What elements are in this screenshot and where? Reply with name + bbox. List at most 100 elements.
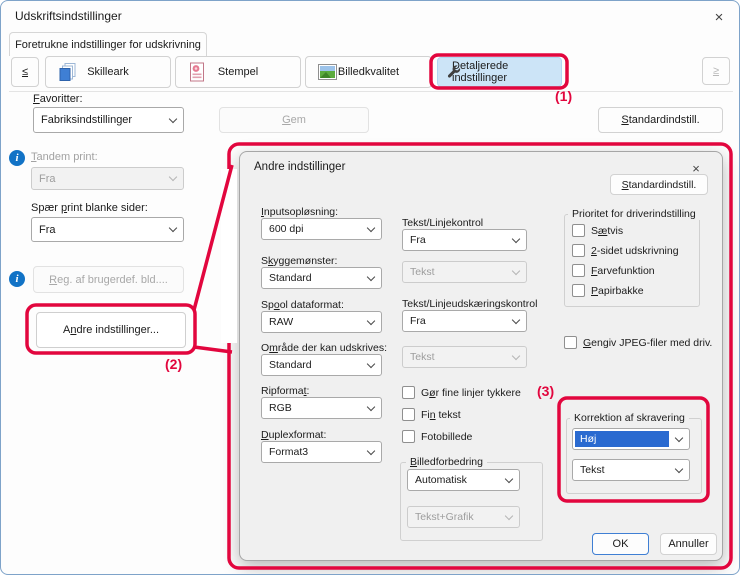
shadow-pattern-select[interactable]: Standard — [261, 267, 382, 289]
other-settings-dialog: Andre indstillinger × Standardindstill. … — [239, 151, 723, 561]
checkbox-collate-label: Sætvis — [591, 225, 623, 237]
spool-data-format-select[interactable]: RAW — [261, 311, 382, 333]
chevron-down-icon — [163, 228, 183, 231]
hatching-correction-sub-value: Tekst — [573, 464, 669, 476]
text-line-control-select[interactable]: Fra — [402, 229, 527, 251]
hatching-correction-sub-select[interactable]: Tekst — [572, 459, 690, 481]
rip-format-value: RGB — [262, 402, 361, 414]
chevron-down-icon — [163, 177, 183, 180]
hatching-correction-select[interactable]: Høj — [572, 428, 690, 450]
checkbox-paper-tray-label: Papirbakke — [591, 285, 644, 297]
hatching-correction-group-label: Korrektion af skravering — [570, 412, 689, 424]
image-enhancement-sub-value: Tekst+Grafik — [408, 511, 499, 523]
checkbox-fine-text[interactable]: Fin tekst — [402, 408, 461, 421]
text-knockout-control-sub-select[interactable]: Tekst — [402, 346, 527, 368]
duplex-format-select[interactable]: Format3 — [261, 441, 382, 463]
image-enhancement-group-label: Billedforbedring — [406, 456, 487, 468]
printable-area-value: Standard — [262, 359, 361, 371]
text-knockout-control-select[interactable]: Fra — [402, 310, 527, 332]
chevron-down-icon — [361, 364, 381, 367]
dialog-defaults-button[interactable]: Standardindstill. — [610, 174, 708, 195]
toolbar-prev-label: ≤ — [22, 66, 28, 78]
info-icon: i — [9, 271, 25, 287]
toolbar-button-skilleark[interactable]: Skilleark — [45, 56, 171, 88]
save-favorites-label: Gem — [282, 114, 306, 126]
toolbar-button-billedkvalitet[interactable]: Billedkvalitet — [305, 56, 432, 88]
checkbox-box[interactable] — [402, 430, 415, 443]
chevron-down-icon — [499, 516, 519, 519]
suppress-blank-pages-label: Spær print blanke sider: — [31, 202, 148, 214]
checkbox-box[interactable] — [564, 336, 577, 349]
print-settings-window: Udskriftsindstillinger × Foretrukne inds… — [0, 0, 740, 575]
window-close-button[interactable]: × — [705, 5, 733, 29]
toolbar-billedkvalitet-label: Billedkvalitet — [338, 66, 399, 78]
tab-preferred-print-settings[interactable]: Foretrukne indstillinger for udskrivning — [9, 32, 207, 56]
checkbox-photo-image[interactable]: Fotobillede — [402, 430, 472, 443]
toolbar-prev-button[interactable]: ≤ — [11, 57, 39, 87]
shadow-pattern-label: Skyggemønster: — [261, 255, 337, 267]
rip-format-label: Ripformat: — [261, 385, 309, 397]
save-favorites-button[interactable]: Gem — [219, 107, 369, 133]
chevron-down-icon — [361, 321, 381, 324]
favorites-select[interactable]: Fabriksindstillinger — [33, 107, 184, 133]
checkbox-fine-lines[interactable]: Gør fine linjer tykkere — [402, 386, 521, 399]
defaults-button[interactable]: Standardindstill. — [598, 107, 723, 133]
info-icon: i — [9, 150, 25, 166]
input-resolution-value: 600 dpi — [262, 223, 361, 235]
input-resolution-label: Inputsopløsning: — [261, 206, 338, 218]
register-custom-image-button[interactable]: Reg. af brugerdef. bld.... — [33, 266, 184, 293]
checkbox-box[interactable] — [402, 408, 415, 421]
tandem-print-select[interactable]: Fra — [31, 167, 184, 190]
toolbar-button-stempel[interactable]: Stempel — [175, 56, 301, 88]
close-icon: × — [715, 9, 724, 26]
text-knockout-control-label: Tekst/Linjeudskæringskontrol — [402, 298, 537, 310]
duplex-format-value: Format3 — [262, 446, 361, 458]
chevron-down-icon — [499, 479, 519, 482]
checkbox-collate[interactable]: Sætvis — [572, 224, 623, 237]
text-line-control-sub-select[interactable]: Tekst — [402, 261, 527, 283]
text-line-control-sub-value: Tekst — [403, 266, 506, 278]
text-line-control-label: Tekst/Linjekontrol — [402, 217, 483, 229]
printable-area-label: Område der kan udskrives: — [261, 342, 387, 354]
checkbox-color-mode-label: Farvefunktion — [591, 265, 655, 277]
dialog-defaults-label: Standardindstill. — [622, 179, 697, 191]
checkbox-color-mode[interactable]: Farvefunktion — [572, 264, 655, 277]
toolbar-button-detaljerede-indstillinger[interactable]: Detaljerede indstillinger — [437, 57, 562, 87]
chevron-down-icon — [506, 356, 526, 359]
checkbox-paper-tray[interactable]: Papirbakke — [572, 284, 644, 297]
chevron-down-icon — [506, 239, 526, 242]
dialog-title: Andre indstillinger — [254, 161, 345, 173]
chevron-down-icon — [361, 228, 381, 231]
chevron-down-icon — [669, 469, 689, 472]
duplex-format-label: Duplexformat: — [261, 429, 326, 441]
suppress-blank-pages-select[interactable]: Fra — [31, 217, 184, 242]
callout-number-2: (2) — [165, 356, 182, 372]
ok-button[interactable]: OK — [592, 533, 649, 555]
image-enhancement-select[interactable]: Automatisk — [407, 469, 520, 491]
spool-data-format-label: Spool dataformat: — [261, 299, 344, 311]
checkbox-box[interactable] — [572, 264, 585, 277]
ok-label: OK — [613, 538, 629, 550]
favorites-value: Fabriksindstillinger — [34, 114, 163, 126]
chevron-down-icon — [163, 119, 183, 122]
image-enhancement-sub-select[interactable]: Tekst+Grafik — [407, 506, 520, 528]
rip-format-select[interactable]: RGB — [261, 397, 382, 419]
cancel-button[interactable]: Annuller — [660, 533, 717, 555]
input-resolution-select[interactable]: 600 dpi — [261, 218, 382, 240]
checkbox-box[interactable] — [402, 386, 415, 399]
wrench-icon — [446, 65, 461, 80]
shadow-pattern-value: Standard — [262, 272, 361, 284]
checkbox-render-jpeg[interactable]: Gengiv JPEG-filer med driv. — [564, 336, 712, 349]
checkbox-fine-lines-label: Gør fine linjer tykkere — [421, 387, 521, 399]
checkbox-two-sided[interactable]: 2-sidet udskrivning — [572, 244, 679, 257]
register-custom-image-label: Reg. af brugerdef. bld.... — [49, 274, 168, 286]
checkbox-box[interactable] — [572, 244, 585, 257]
printable-area-select[interactable]: Standard — [261, 354, 382, 376]
toolbar-skilleark-label: Skilleark — [87, 66, 129, 78]
chevron-down-icon — [361, 451, 381, 454]
checkbox-box[interactable] — [572, 224, 585, 237]
other-settings-button[interactable]: Andre indstillinger... — [36, 312, 186, 348]
checkbox-box[interactable] — [572, 284, 585, 297]
toolbar-next-button[interactable]: ≥ — [702, 57, 730, 85]
toolbar-separator — [9, 91, 733, 92]
